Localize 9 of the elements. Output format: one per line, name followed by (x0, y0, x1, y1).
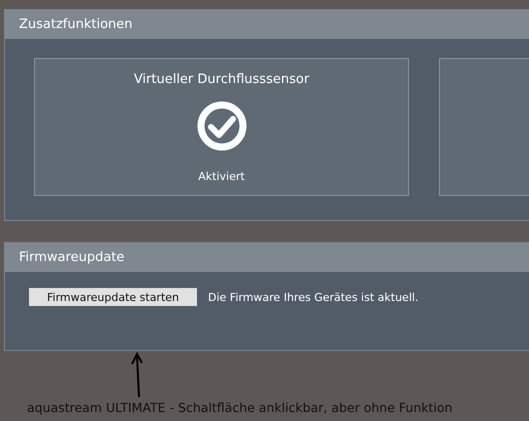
firmware-update-button[interactable]: Firmwareupdate starten (29, 288, 197, 306)
arrow-icon (130, 352, 144, 398)
annotation-caption: aquastream ULTIMATE - Schaltfläche anklickbar, aber ohne Funktion (27, 400, 454, 415)
firmware-status-text: Die Firmware Ihres Gerätes ist aktuell. (208, 290, 418, 304)
panel-title: Zusatzfunktionen (5, 10, 529, 39)
feature-card[interactable]: Virtueller Durchflusssensor Aktiviert (34, 58, 409, 196)
feature-status: Aktiviert (198, 170, 245, 183)
panel-title: Firmwareupdate (5, 243, 529, 272)
feature-title: Virtueller Durchflusssensor (134, 72, 310, 87)
